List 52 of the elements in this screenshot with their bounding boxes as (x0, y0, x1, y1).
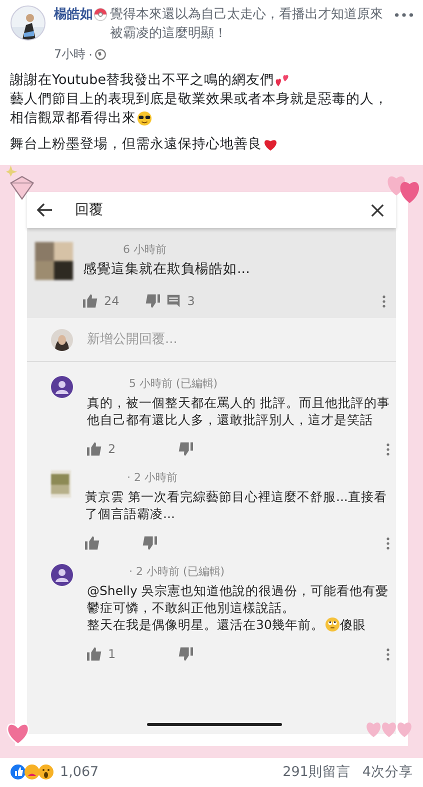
comments-count[interactable]: 291則留言 (282, 763, 350, 782)
post-text: 舞台上粉墨登場，但需永遠保持心地善良 (10, 135, 262, 154)
reply-count: 3 (187, 294, 195, 308)
like-count: 2 (108, 442, 116, 456)
comment-icon[interactable] (166, 294, 182, 308)
more-icon[interactable] (386, 648, 390, 660)
post-text: 藝人們節目上的表現到底是敬業效果或者本身就是惡毒的人， (10, 90, 388, 109)
heart-icon (263, 137, 278, 152)
post-text: 謝謝在Youtube替我發出不平之鳴的網友們 (10, 71, 274, 90)
sunglasses-emoji-icon (137, 111, 152, 126)
more-icon[interactable] (386, 442, 390, 456)
comment-time: 5 小時前 (已編輯) (129, 376, 218, 391)
shares-count[interactable]: 4次分享 (362, 763, 413, 782)
feeling-text: 覺得本來還以為自己太走心，看播出才知道原來被霸凌的這麼明顯！ (110, 6, 384, 43)
back-arrow-icon[interactable] (37, 203, 53, 217)
reactions-icon (10, 764, 56, 780)
comment-text: 傻眼 (340, 616, 366, 633)
more-icon[interactable] (395, 13, 413, 17)
thumbs-down-icon[interactable] (178, 647, 193, 661)
post-text: 相信觀眾都看得出來 (10, 109, 136, 128)
thumbs-down-icon[interactable] (142, 536, 157, 550)
thumbs-down-icon[interactable] (178, 442, 193, 456)
thumbs-up-icon[interactable] (87, 647, 102, 661)
emoji-icon (324, 617, 340, 632)
comment-text: 黃京雲 第一次看完綜藝節目心裡這麼不舒服...直接看了個言語霸凌... (85, 488, 388, 522)
more-icon[interactable] (386, 536, 390, 550)
thumbs-up-icon[interactable] (87, 442, 102, 456)
thumbs-up-icon[interactable] (83, 294, 98, 308)
more-icon[interactable] (382, 294, 386, 308)
globe-icon (95, 49, 106, 60)
close-icon[interactable] (371, 204, 384, 216)
comment-time: 6 小時前 (122, 242, 168, 257)
thumbs-up-icon[interactable] (85, 536, 100, 550)
reaction-count[interactable]: 1,067 (60, 764, 99, 780)
hearts-icon (275, 73, 290, 88)
comment-time: · 2 小時前 (127, 470, 178, 485)
comment-text: 整天在我是偶像明星。還活在30幾年前。 (87, 616, 324, 633)
reply-input[interactable]: 新增公開回覆... (87, 328, 384, 351)
author-name[interactable]: 楊皓如 (54, 5, 93, 24)
comment-text: 感覺這集就在欺負楊皓如... (83, 260, 251, 278)
comment-time: · 2 小時前 (已編輯) (129, 564, 225, 579)
comment-text: @Shelly 吳宗憲也知道他說的很過份，可能看他有憂鬱症可憐，不敢糾正他別這樣說話。 (87, 582, 390, 616)
user-avatar-icon (51, 376, 73, 398)
like-count: 24 (104, 294, 120, 308)
comment-text: 真的，被一個整天都在罵人的 批評。而且他批評的事他自己都有還比人多，還敢批評別人，這才是笑話 (87, 394, 390, 428)
ball-icon (94, 8, 107, 21)
like-count: 1 (108, 647, 116, 661)
reply-title: 回覆 (75, 201, 104, 219)
user-avatar-icon (51, 564, 73, 586)
post-time[interactable]: 7小時 (54, 46, 86, 63)
separator: · (88, 48, 92, 62)
thumbs-down-icon[interactable] (145, 294, 160, 308)
